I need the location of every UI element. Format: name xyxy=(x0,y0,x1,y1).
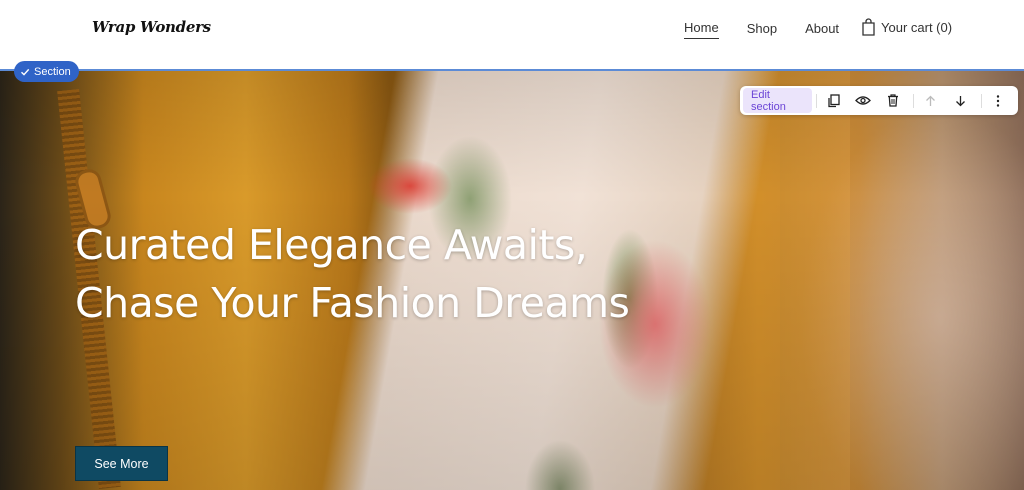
more-vertical-icon xyxy=(997,94,1000,107)
arrow-up-icon xyxy=(926,95,936,106)
hero-title-line-1: Curated Elegance Awaits, xyxy=(75,221,588,269)
section-badge[interactable]: Section xyxy=(14,61,79,82)
see-more-button[interactable]: See More xyxy=(75,446,168,481)
delete-button[interactable] xyxy=(880,88,905,113)
nav-about[interactable]: About xyxy=(805,21,839,39)
move-up-button[interactable] xyxy=(918,88,943,113)
main-nav: Home Shop About xyxy=(684,20,867,39)
section-badge-label: Section xyxy=(34,65,71,78)
toolbar-divider xyxy=(816,93,818,108)
duplicate-icon xyxy=(828,93,841,107)
toolbar-divider xyxy=(980,93,982,108)
cart-link[interactable]: Your cart (0) xyxy=(861,18,952,36)
move-down-button[interactable] xyxy=(947,88,972,113)
site-logo[interactable]: Wrap Wonders xyxy=(92,18,211,36)
site-header: Wrap Wonders Home Shop About Your cart (… xyxy=(0,0,1024,70)
hero-title-line-2: Chase Your Fashion Dreams xyxy=(75,279,630,327)
eye-icon xyxy=(855,96,872,105)
nav-home[interactable]: Home xyxy=(684,20,719,39)
preview-button[interactable] xyxy=(851,88,876,113)
nav-shop[interactable]: Shop xyxy=(747,21,777,39)
hero-section[interactable]: Curated Elegance Awaits, Chase Your Fash… xyxy=(0,69,1024,490)
duplicate-button[interactable] xyxy=(821,88,846,113)
toolbar-divider xyxy=(913,93,915,108)
arrow-down-icon xyxy=(955,95,965,106)
more-options-button[interactable] xyxy=(986,88,1011,113)
edit-section-button[interactable]: Edit section xyxy=(743,88,813,113)
section-toolbar: Edit section xyxy=(740,86,1018,115)
trash-icon xyxy=(887,94,898,107)
cart-label: Your cart (0) xyxy=(881,19,953,35)
shopping-bag-icon xyxy=(862,18,875,36)
hero-title: Curated Elegance Awaits, Chase Your Fash… xyxy=(75,216,630,332)
section-outline xyxy=(0,69,1024,71)
check-icon xyxy=(21,68,30,76)
